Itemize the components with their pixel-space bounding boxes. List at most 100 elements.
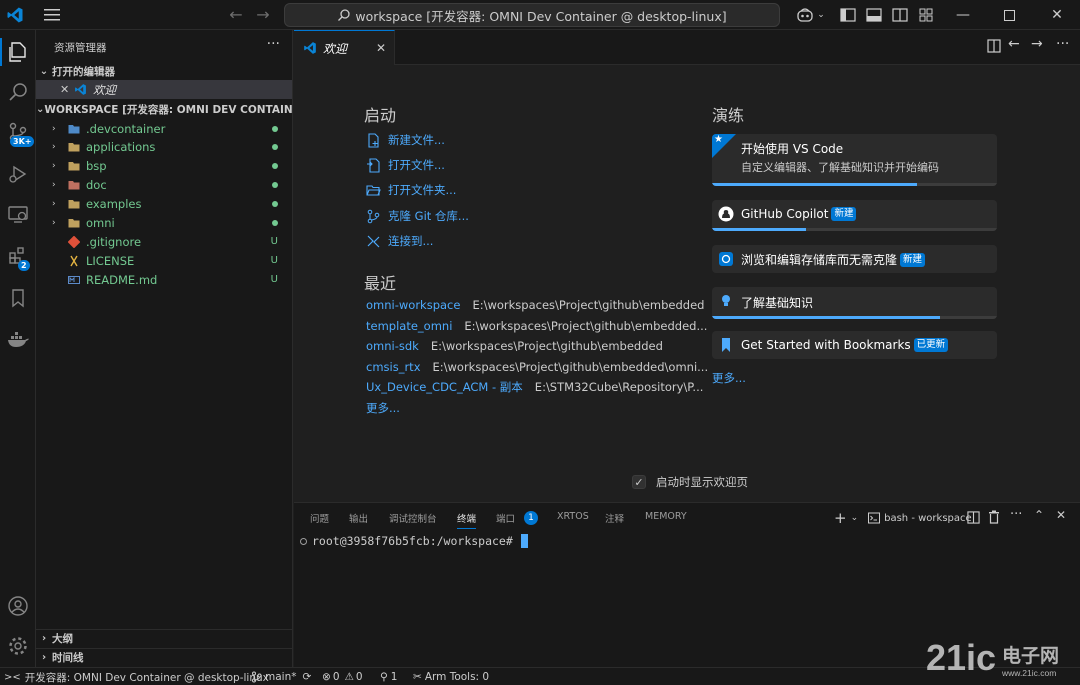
workspace-header[interactable]: ⌄ WORKSPACE [开发容器: OMNI DEV CONTAINER @ …: [36, 100, 293, 118]
tree-item[interactable]: › examples: [36, 195, 292, 214]
panel-tab[interactable]: 输出: [349, 511, 368, 529]
tree-item[interactable]: › doc: [36, 176, 292, 195]
toggle-panel-icon[interactable]: [864, 5, 884, 25]
tree-item[interactable]: › bsp: [36, 157, 292, 176]
tree-item[interactable]: LICENSE U: [36, 251, 292, 270]
panel-tab[interactable]: 终端: [457, 511, 477, 529]
recent-item[interactable]: omni-sdk E:\workspaces\Project\github\emb…: [366, 337, 663, 355]
hamburger-menu-icon[interactable]: [42, 6, 62, 24]
source-control-icon[interactable]: 3K+: [0, 114, 36, 150]
account-icon[interactable]: [0, 588, 36, 624]
recent-name[interactable]: template_omni: [366, 319, 452, 333]
open-editor-label: 欢迎: [93, 82, 116, 97]
recent-name[interactable]: omni-sdk: [366, 339, 419, 353]
panel-more-icon[interactable]: ···: [1010, 507, 1022, 522]
panel-tab[interactable]: 调试控制台: [389, 511, 437, 529]
outline-header[interactable]: › 大纲: [36, 629, 293, 647]
ports-count-badge: 1: [524, 511, 538, 525]
markdown-icon: [68, 275, 80, 284]
split-terminal-icon[interactable]: [967, 511, 980, 527]
remote-indicator[interactable]: >< 开发容器: OMNI Dev Container @ desktop-li…: [0, 668, 269, 685]
timeline-header[interactable]: › 时间线: [36, 648, 293, 666]
maximize-panel-icon[interactable]: ⌃: [1034, 508, 1044, 522]
recent-item[interactable]: template_omni E:\workspaces\Project\githu…: [366, 317, 707, 335]
problems-status[interactable]: ⊗ 0 ⚠ 0: [322, 668, 363, 685]
new-terminal-icon[interactable]: +: [834, 509, 847, 527]
chevron-down-icon[interactable]: ⌄: [851, 513, 859, 523]
tree-item[interactable]: README.md U: [36, 270, 292, 289]
chevron-down-icon[interactable]: ⌄: [816, 5, 826, 25]
close-panel-icon[interactable]: ✕: [1056, 508, 1066, 522]
go-forward-icon[interactable]: →: [1031, 36, 1043, 52]
tree-item[interactable]: › .devcontainer: [36, 119, 292, 138]
folder-icon: [68, 181, 80, 190]
show-on-startup-checkbox[interactable]: ✓ 启动时显示欢迎页: [632, 474, 748, 490]
panel-tab[interactable]: 端口: [496, 511, 515, 529]
arm-tools-status[interactable]: ✂ Arm Tools: 0: [413, 668, 489, 685]
panel-tab[interactable]: MEMORY: [645, 511, 687, 529]
command-center[interactable]: workspace [开发容器: OMNI Dev Container @ de…: [284, 3, 780, 27]
remote-explorer-icon[interactable]: [0, 196, 36, 232]
tree-item[interactable]: › omni: [36, 214, 292, 233]
forward-arrow-icon[interactable]: →: [253, 5, 273, 25]
back-arrow-icon[interactable]: ←: [226, 5, 246, 25]
recent-item[interactable]: cmsis_rtx E:\workspaces\Project\github\em…: [366, 358, 708, 376]
git-branch-status[interactable]: main* ⟳: [251, 668, 311, 685]
toggle-sidebar-icon[interactable]: [838, 5, 858, 25]
editor-more-icon[interactable]: ···: [1056, 36, 1069, 52]
panel-tab[interactable]: 注释: [605, 511, 624, 529]
open-file-link[interactable]: 打开文件...: [366, 155, 445, 175]
run-debug-icon[interactable]: [0, 156, 36, 192]
walkthroughs-more-link[interactable]: 更多...: [712, 370, 746, 386]
tab-welcome[interactable]: 欢迎 ✕: [294, 30, 395, 65]
terminal-output[interactable]: root@3958f76b5fcb:/workspace#: [300, 534, 528, 548]
recent-name[interactable]: omni-workspace: [366, 298, 460, 312]
split-editor-icon[interactable]: [987, 39, 1001, 56]
extensions-icon[interactable]: 2: [0, 238, 36, 274]
open-editor-item[interactable]: ✕ 欢迎: [36, 80, 292, 99]
walkthrough-card-fundamentals[interactable]: 了解基础知识: [712, 287, 997, 319]
kill-terminal-icon[interactable]: [988, 510, 1000, 527]
git-status-untracked: U: [270, 274, 278, 286]
maximize-button[interactable]: [986, 0, 1032, 30]
walkthrough-progress: [712, 228, 807, 231]
customize-layout-icon[interactable]: [916, 5, 936, 25]
walkthrough-card-bookmarks[interactable]: Get Started with Bookmarks 已更新: [712, 331, 997, 359]
walkthrough-card-remote-repos[interactable]: 浏览和编辑存储库而无需克隆 新建: [712, 245, 997, 273]
search-sidebar-icon[interactable]: [0, 74, 36, 110]
walkthrough-card-vscode[interactable]: ★ 开始使用 VS Code 自定义编辑器、了解基础知识并开始编码: [712, 134, 997, 186]
terminal-name[interactable]: bash - workspace: [884, 513, 972, 524]
walkthrough-progress: [712, 183, 918, 186]
go-back-icon[interactable]: ←: [1008, 36, 1020, 52]
new-file-link[interactable]: 新建文件...: [366, 130, 445, 150]
panel-tab[interactable]: XRTOS: [557, 511, 589, 529]
bookmarks-icon[interactable]: [0, 280, 36, 316]
more-actions-icon[interactable]: ···: [267, 36, 280, 52]
recent-more-link[interactable]: 更多...: [366, 400, 400, 416]
ports-status[interactable]: ⚲ 1: [380, 668, 397, 685]
copilot-icon[interactable]: [795, 5, 815, 25]
settings-gear-icon[interactable]: [0, 628, 36, 664]
tab-close-icon[interactable]: ✕: [376, 41, 386, 55]
recent-name[interactable]: Ux_Device_CDC_ACM - 副本: [366, 379, 523, 395]
tree-item[interactable]: › applications: [36, 138, 292, 157]
toggle-secondary-sidebar-icon[interactable]: [890, 5, 910, 25]
close-window-button[interactable]: ✕: [1034, 0, 1080, 30]
close-icon[interactable]: ✕: [60, 83, 69, 96]
github-icon: [718, 206, 734, 222]
recent-item[interactable]: omni-workspace E:\workspaces\Project\gith…: [366, 296, 705, 314]
explorer-icon[interactable]: [0, 34, 36, 70]
clone-git-link[interactable]: 克隆 Git 仓库...: [366, 206, 469, 226]
open-folder-link[interactable]: 打开文件夹...: [366, 180, 456, 200]
tree-item[interactable]: .gitignore U: [36, 232, 292, 251]
panel-tab[interactable]: 问题: [310, 511, 329, 529]
minimize-button[interactable]: —: [940, 0, 986, 30]
sync-icon[interactable]: ⟳: [303, 671, 312, 683]
recent-item[interactable]: Ux_Device_CDC_ACM - 副本 E:\STM32Cube\Repos…: [366, 378, 703, 396]
welcome-page: 启动 新建文件... 打开文件... 打开文件夹... 克隆 Git 仓库...…: [294, 65, 1080, 502]
docker-icon[interactable]: [0, 322, 36, 358]
walkthrough-card-copilot[interactable]: GitHub Copilot 新建: [712, 200, 997, 231]
connect-to-link[interactable]: 连接到...: [366, 231, 433, 251]
recent-name[interactable]: cmsis_rtx: [366, 360, 421, 374]
open-editors-header[interactable]: ⌄ 打开的编辑器: [36, 62, 293, 80]
